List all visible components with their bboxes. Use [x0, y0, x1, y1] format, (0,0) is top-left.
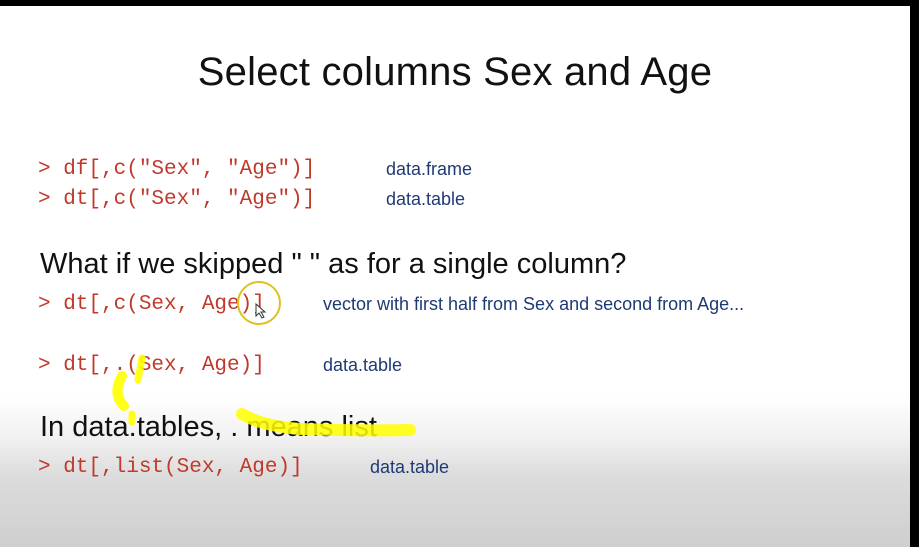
highlighter-stroke	[134, 354, 146, 384]
highlighter-stroke	[112, 371, 129, 411]
annotation-overlay	[112, 281, 416, 437]
cursor-highlight-ring	[237, 281, 281, 325]
mouse-pointer-icon	[255, 302, 267, 319]
presentation-slide: Select columns Sex and Age > df[,c("Sex"…	[0, 6, 910, 547]
highlighter-underline	[236, 408, 416, 437]
